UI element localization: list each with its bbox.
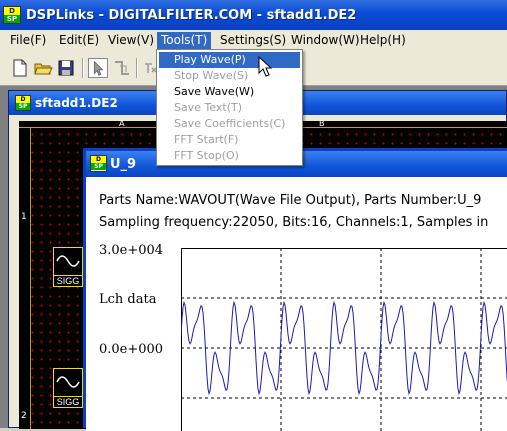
menu-help[interactable]: Help(H): [356, 32, 410, 49]
parts-info: Parts Name:WAVOUT(Wave File Output), Par…: [99, 193, 481, 208]
open-folder-icon[interactable]: [33, 58, 53, 78]
sine-wave-icon: [56, 372, 80, 392]
part-label: SIGG: [54, 396, 82, 407]
menu-item-save-text[interactable]: Save Text(T): [159, 100, 300, 116]
u9-title: U_9: [110, 157, 136, 172]
new-file-icon[interactable]: [10, 58, 30, 78]
app-icon-bottom: SP: [4, 15, 20, 23]
menu-tools[interactable]: Tools(T): [157, 32, 211, 49]
menu-file[interactable]: File(F): [6, 32, 50, 49]
tools-dropdown: Play Wave(P) Stop Wave(S) Save Wave(W) S…: [156, 49, 303, 166]
wire-icon[interactable]: [112, 58, 132, 78]
menu-view[interactable]: View(V): [104, 32, 158, 49]
u9-window[interactable]: D SP U_9 Parts Name:WAVOUT(Wave File Out…: [83, 148, 507, 428]
document-icon-bottom: SP: [16, 103, 30, 110]
pointer-icon[interactable]: [88, 58, 108, 78]
menu-item-stop-wave[interactable]: Stop Wave(S): [159, 68, 300, 84]
u9-body: Parts Name:WAVOUT(Wave File Output), Par…: [86, 177, 507, 431]
menu-item-fft-start[interactable]: FFT Start(F): [159, 132, 300, 148]
app-titlebar[interactable]: D SP DSPLinks - DIGITALFILTER.COM - sfta…: [0, 0, 507, 30]
document-title: sftadd1.DE2: [35, 96, 118, 110]
channel-label: Lch data: [99, 292, 156, 307]
sine-wave-icon: [56, 251, 80, 271]
ruler-col-b: B: [319, 119, 325, 128]
menu-item-save-coefficients[interactable]: Save Coefficients(C): [159, 116, 300, 132]
menubar: File(F) Edit(E) View(V) Tools(T) Setting…: [0, 30, 507, 50]
u9-icon-top: D: [91, 156, 106, 163]
save-disk-icon[interactable]: [56, 58, 76, 78]
menu-item-play-wave[interactable]: Play Wave(P): [159, 52, 300, 68]
menu-item-save-wave[interactable]: Save Wave(W): [159, 84, 300, 100]
u9-icon-bottom: SP: [91, 163, 106, 170]
app-icon-top: D: [4, 7, 20, 15]
u9-icon: D SP: [90, 155, 107, 172]
toolbar-separator: [82, 58, 84, 78]
document-icon-top: D: [16, 96, 30, 103]
ruler-col-a: A: [119, 119, 124, 128]
waveform-plot[interactable]: [181, 248, 507, 431]
document-icon: D SP: [15, 95, 31, 111]
app-icon: D SP: [3, 6, 21, 24]
menu-item-fft-stop[interactable]: FFT Stop(O): [159, 148, 300, 164]
menu-window[interactable]: Window(W): [287, 32, 364, 49]
menu-settings[interactable]: Settings(S): [216, 32, 290, 49]
sampling-info: Sampling frequency:22050, Bits:16, Chann…: [99, 215, 488, 230]
part-label: SIGG: [54, 275, 82, 286]
mouse-cursor-icon: [258, 56, 274, 78]
ruler-row-1: 1: [21, 212, 27, 222]
app-title: DSPLinks - DIGITALFILTER.COM - sftadd1.D…: [26, 8, 356, 23]
y-axis-top-label: 3.0e+004: [99, 243, 163, 258]
menu-edit[interactable]: Edit(E): [55, 32, 103, 49]
y-axis-zero-label: 0.0e+000: [99, 342, 163, 357]
signal-generator-part[interactable]: SIGG: [53, 247, 83, 287]
signal-generator-part[interactable]: SIGG: [53, 368, 83, 408]
toolbar-separator: [136, 58, 138, 78]
ruler-left: 1 2: [19, 128, 31, 429]
ruler-row-2: 2: [21, 411, 27, 421]
